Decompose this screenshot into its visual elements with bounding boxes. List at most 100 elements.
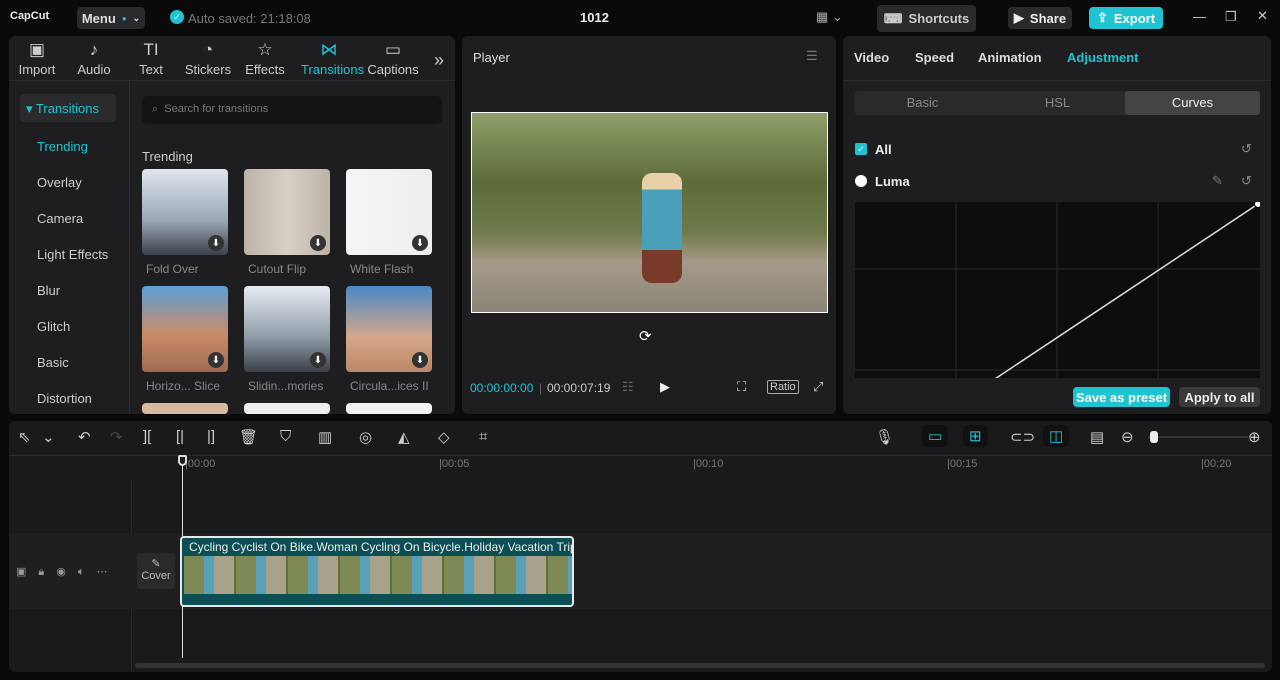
split-right-icon[interactable]: |]	[207, 428, 215, 445]
tab-import[interactable]: ▣ Import	[9, 40, 65, 77]
split-icon[interactable]: ][	[143, 428, 151, 445]
reset-icon[interactable]: ↺	[1241, 173, 1252, 189]
layout-icon[interactable]: ▦ ⌄	[816, 9, 843, 25]
curve-point[interactable]	[1254, 202, 1261, 208]
more-icon[interactable]: ⋯	[96, 566, 119, 578]
current-time: 00:00:00:00	[470, 381, 534, 395]
search-input[interactable]: ⌕ Search for transitions	[142, 96, 442, 124]
microphone-icon[interactable]: 🎙︎	[875, 428, 894, 446]
save-preset-button[interactable]: Save as preset	[1073, 387, 1170, 407]
category-item[interactable]: Basic	[37, 355, 69, 370]
marker-icon[interactable]: ⛉	[280, 428, 291, 445]
reset-icon[interactable]: ↺	[1241, 141, 1252, 157]
menu-icon[interactable]: ☰	[806, 48, 818, 64]
minimize-icon[interactable]: —	[1193, 9, 1206, 24]
rotate-icon[interactable]: ⟳	[639, 327, 652, 345]
category-item[interactable]: Blur	[37, 283, 60, 298]
chevron-down-icon[interactable]: ⌄	[42, 428, 55, 446]
video-clip[interactable]: Cycling Cyclist On Bike.Woman Cycling On…	[180, 536, 574, 607]
download-icon[interactable]: ⬇	[412, 352, 428, 368]
transition-thumbnail[interactable]: ⬇	[244, 286, 330, 372]
undo-icon[interactable]: ↶	[78, 428, 91, 446]
rotate-icon[interactable]: ◇	[438, 428, 450, 446]
apply-all-button[interactable]: Apply to all	[1179, 387, 1260, 407]
transition-thumbnail[interactable]: ⬇	[346, 169, 432, 255]
close-icon[interactable]: ✕	[1257, 8, 1268, 24]
category-item[interactable]: Light Effects	[37, 247, 108, 262]
speaker-icon[interactable]: 🔈︎	[78, 566, 97, 578]
frames-icon[interactable]: ☷	[622, 379, 634, 395]
category-item[interactable]: Glitch	[37, 319, 70, 334]
playhead-handle[interactable]	[178, 455, 187, 466]
download-icon[interactable]: ⬇	[310, 352, 326, 368]
shortcuts-button[interactable]: ⌨ Shortcuts	[877, 5, 976, 32]
eye-icon[interactable]: ◉	[56, 566, 78, 578]
video-preview[interactable]	[471, 112, 828, 313]
download-icon[interactable]: ⬇	[412, 235, 428, 251]
zoom-out-icon[interactable]: ⊖	[1121, 428, 1134, 446]
tab-transitions[interactable]: ⋈ Transitions	[301, 40, 364, 77]
more-tabs-icon[interactable]: »	[434, 50, 444, 71]
transition-thumbnail[interactable]: ⬇	[346, 286, 432, 372]
tab-captions[interactable]: ▭ Captions	[365, 40, 421, 77]
tab-text[interactable]: TI Text	[123, 40, 179, 77]
transition-thumbnail[interactable]: ⬇	[142, 169, 228, 255]
main-track-magnet-icon[interactable]: ▭	[922, 425, 949, 447]
download-icon[interactable]: ⬇	[208, 352, 224, 368]
zoom-slider-thumb[interactable]	[1150, 431, 1158, 443]
tab-audio[interactable]: ♪ Audio	[66, 40, 122, 77]
download-icon[interactable]: ⬇	[208, 235, 224, 251]
luma-radio[interactable]	[855, 175, 867, 187]
curve-editor[interactable]	[855, 202, 1260, 378]
delete-icon[interactable]: 🗑︎	[239, 428, 258, 446]
crop-icon[interactable]: ⌗	[479, 428, 487, 445]
play-button[interactable]: ▶	[660, 379, 670, 395]
freeze-icon[interactable]: ▥	[318, 428, 332, 446]
transition-thumbnail[interactable]: ⬇	[142, 286, 228, 372]
subtab-basic[interactable]: Basic	[855, 91, 990, 115]
category-item[interactable]: Overlay	[37, 175, 82, 190]
inspector-tab-speed[interactable]: Speed	[915, 50, 954, 65]
cover-button[interactable]: ✎ Cover	[137, 553, 175, 589]
category-item[interactable]: Trending	[37, 139, 88, 154]
select-icon[interactable]: ⇖	[18, 428, 31, 446]
zoom-fit-icon[interactable]: ⛶	[737, 379, 746, 395]
redo-icon[interactable]: ↷	[110, 428, 123, 446]
auto-snap-icon[interactable]: ⊞	[963, 425, 988, 447]
eyedropper-icon[interactable]: ✎	[1212, 173, 1223, 189]
tab-effects[interactable]: ☆ Effects	[237, 40, 293, 77]
all-checkbox[interactable]: ✓	[855, 143, 867, 155]
play-reverse-icon[interactable]: ◎	[359, 428, 372, 446]
split-left-icon[interactable]: [|	[176, 428, 184, 445]
zoom-slider[interactable]	[1148, 436, 1248, 438]
transition-thumbnail[interactable]	[346, 403, 432, 414]
transition-thumbnail[interactable]	[142, 403, 228, 414]
category-item[interactable]: Distortion	[37, 391, 92, 406]
category-item[interactable]: Camera	[37, 211, 83, 226]
transition-thumbnail[interactable]: ⬇	[244, 169, 330, 255]
horizontal-scrollbar[interactable]	[135, 663, 1265, 668]
menu-button[interactable]: Menu ● ⌄	[77, 7, 145, 29]
tab-stickers[interactable]: ◔ Stickers	[180, 40, 236, 77]
fullscreen-icon[interactable]: ⤢	[813, 379, 823, 395]
transition-thumbnail[interactable]	[244, 403, 330, 414]
lock-icon[interactable]: 🔒︎	[38, 566, 56, 578]
mirror-icon[interactable]: ◭	[398, 428, 410, 446]
track-video-icon[interactable]: ▣	[16, 566, 38, 578]
inspector-tab-adjustment[interactable]: Adjustment	[1067, 50, 1139, 65]
subtab-hsl[interactable]: HSL	[990, 91, 1125, 115]
inspector-tab-video[interactable]: Video	[854, 50, 889, 65]
clip-title: Cycling Cyclist On Bike.Woman Cycling On…	[189, 540, 574, 554]
download-icon[interactable]: ⬇	[310, 235, 326, 251]
share-button[interactable]: ▶ Share	[1008, 7, 1072, 29]
subtab-curves[interactable]: Curves	[1125, 91, 1260, 115]
timeline-fit-icon[interactable]: ▤	[1090, 428, 1104, 446]
link-icon[interactable]: ⊂⊃	[1010, 428, 1035, 446]
inspector-tab-animation[interactable]: Animation	[978, 50, 1042, 65]
export-button[interactable]: ⇪ Export	[1089, 7, 1163, 29]
zoom-in-icon[interactable]: ⊕	[1248, 428, 1261, 446]
transitions-category-header[interactable]: ▾ Transitions	[20, 94, 116, 122]
ratio-button[interactable]: Ratio	[767, 380, 799, 394]
preview-axis-icon[interactable]: ◫	[1043, 425, 1070, 447]
maximize-icon[interactable]: ❐	[1225, 9, 1237, 25]
